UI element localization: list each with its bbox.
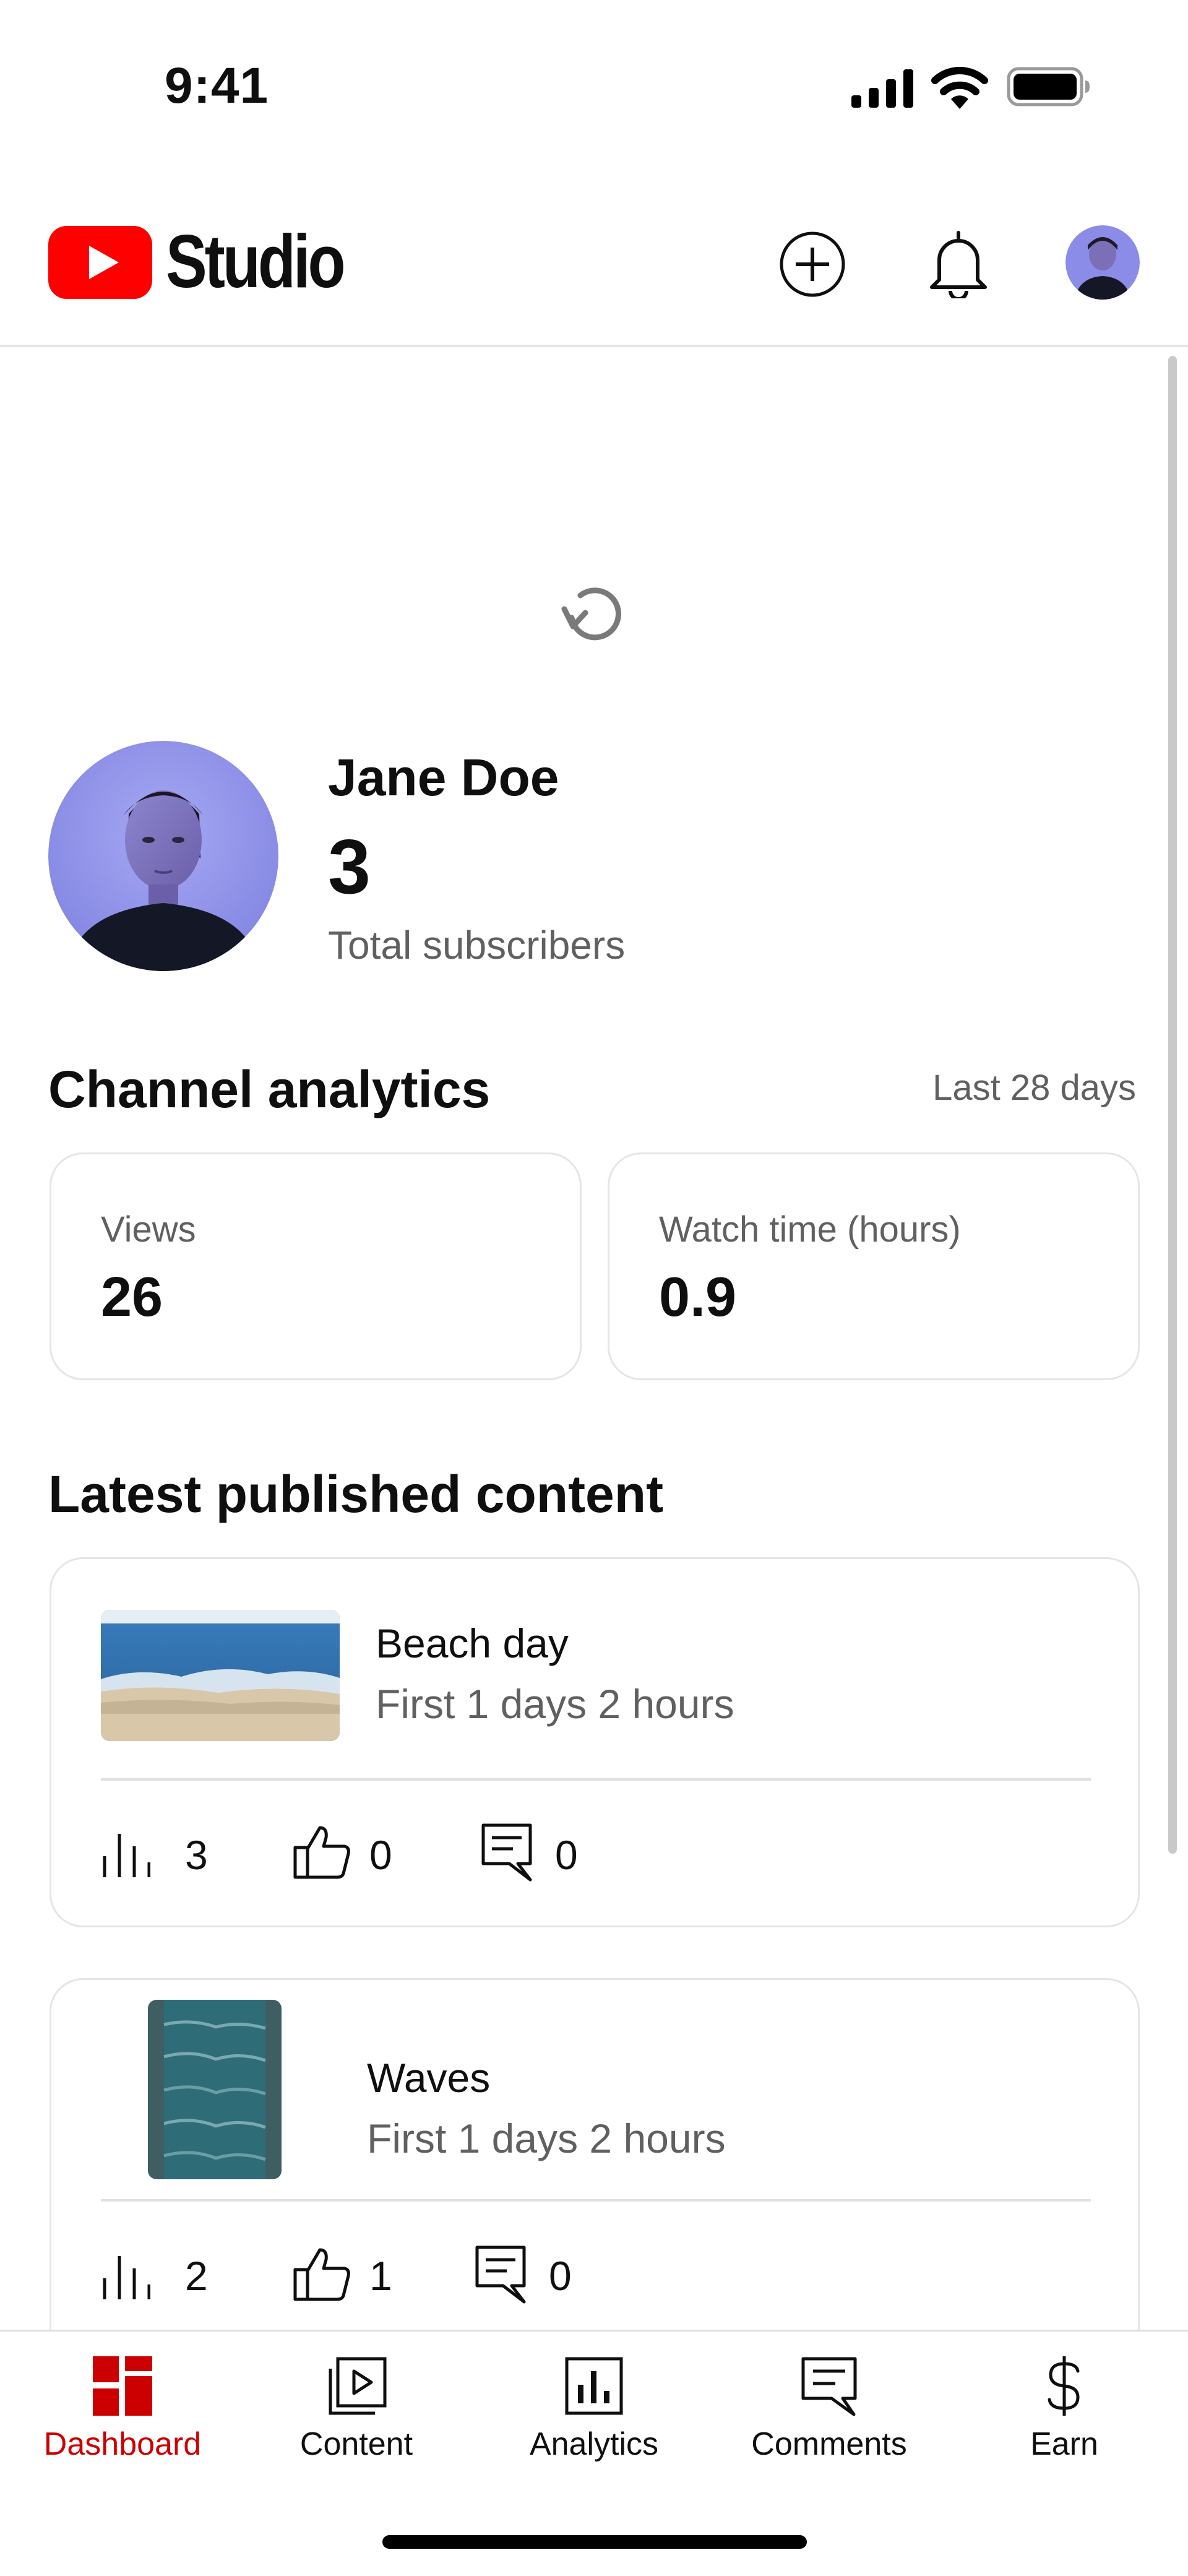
video-age: First 1 days 2 hours: [367, 2116, 726, 2161]
refresh-icon[interactable]: [556, 577, 632, 649]
likes-count: 0: [369, 1832, 392, 1878]
video-title[interactable]: Waves: [367, 2054, 490, 2101]
like-icon[interactable]: [293, 2246, 351, 2302]
nav-label: Analytics: [529, 2426, 659, 2462]
channel-analytics-title: Channel analytics: [48, 1060, 491, 1118]
wifi-icon: [931, 67, 988, 109]
views-stat-icon: [103, 1834, 150, 1877]
status-time: 9:41: [165, 58, 269, 114]
card-divider: [101, 2199, 1091, 2202]
comments-count: 0: [549, 2253, 572, 2299]
waves-thumbnail-image: [148, 2000, 282, 2179]
nav-comments[interactable]: Comments: [710, 2332, 948, 2492]
like-icon[interactable]: [293, 1824, 351, 1880]
likes-count: 1: [369, 2253, 392, 2299]
latest-content-title: Latest published content: [48, 1465, 664, 1523]
channel-name: Jane Doe: [328, 748, 559, 806]
home-indicator[interactable]: [382, 2535, 807, 2549]
watch-time-label: Watch time (hours): [659, 1209, 961, 1250]
studio-brand-name: Studio: [166, 219, 346, 303]
content-icon: [329, 2357, 387, 2415]
views-value: 26: [101, 1266, 163, 1328]
channel-portrait-icon: [48, 741, 278, 971]
comments-icon[interactable]: [475, 2245, 527, 2304]
channel-avatar[interactable]: [48, 741, 278, 971]
views-stat-icon: [103, 2256, 150, 2299]
watch-time-value: 0.9: [659, 1266, 737, 1328]
create-plus-icon[interactable]: [778, 230, 846, 298]
nav-analytics[interactable]: Analytics: [475, 2332, 713, 2492]
nav-earn[interactable]: Earn: [945, 2332, 1183, 2492]
card-divider: [101, 1778, 1091, 1781]
comments-nav-icon: [801, 2357, 857, 2416]
analytics-icon: [565, 2357, 623, 2415]
subscriber-label: Total subscribers: [328, 923, 626, 967]
dollar-icon: [1048, 2356, 1080, 2416]
nav-label: Dashboard: [43, 2426, 202, 2462]
beach-thumbnail-image: [101, 1610, 340, 1741]
youtube-logo-icon[interactable]: [48, 226, 152, 299]
watch-time-metric-card[interactable]: Watch time (hours) 0.9: [608, 1152, 1140, 1380]
views-count: 2: [185, 2253, 208, 2299]
cellular-signal-icon: [851, 69, 913, 108]
account-avatar[interactable]: [1065, 225, 1140, 300]
avatar-portrait-icon: [1065, 225, 1140, 300]
video-age: First 1 days 2 hours: [376, 1681, 734, 1727]
nav-content[interactable]: Content: [238, 2332, 475, 2492]
page-scrollbar[interactable]: [1168, 356, 1177, 1854]
video-card-beach-day[interactable]: Beach day First 1 days 2 hours 3 0 0: [50, 1557, 1140, 1927]
dashboard-icon: [93, 2356, 152, 2416]
notifications-bell-icon[interactable]: [926, 228, 991, 298]
views-label: Views: [101, 1209, 196, 1250]
nav-label: Content: [299, 2426, 413, 2462]
views-metric-card[interactable]: Views 26: [50, 1152, 582, 1380]
comments-icon[interactable]: [481, 1823, 533, 1882]
video-title[interactable]: Beach day: [376, 1620, 569, 1667]
nav-label: Comments: [751, 2426, 907, 2462]
views-count: 3: [185, 1832, 208, 1878]
video-card-waves[interactable]: Waves First 1 days 2 hours 2 1 0: [50, 1978, 1140, 2362]
subscriber-count: 3: [328, 824, 371, 910]
nav-dashboard[interactable]: Dashboard: [4, 2332, 241, 2492]
nav-label: Earn: [1030, 2426, 1098, 2462]
comments-count: 0: [555, 1832, 578, 1878]
analytics-range-label: Last 28 days: [932, 1068, 1136, 1108]
video-thumbnail[interactable]: [101, 1610, 340, 1741]
battery-icon: [1007, 67, 1090, 106]
header-divider: [0, 345, 1188, 347]
video-thumbnail[interactable]: [148, 2000, 282, 2179]
